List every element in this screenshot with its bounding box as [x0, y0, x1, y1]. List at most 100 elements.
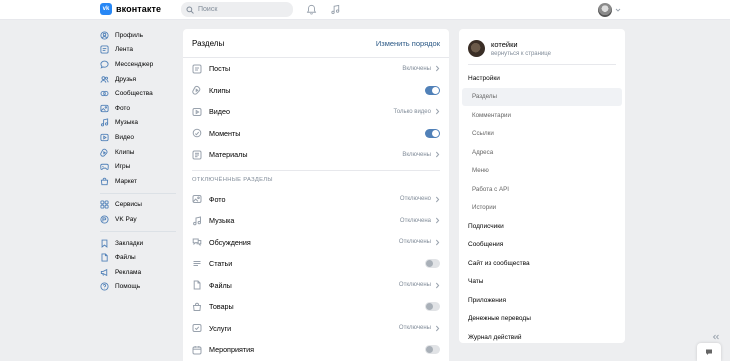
nav-item-label: Профиль: [115, 31, 144, 39]
nav-item-user-circle[interactable]: Профиль: [100, 28, 180, 43]
settings-menu-item[interactable]: Адреса: [459, 143, 625, 162]
section-status: Включены: [402, 65, 431, 72]
calendar-icon: [192, 345, 202, 355]
settings-menu-item[interactable]: Сообщения: [459, 236, 625, 255]
settings-menu-item[interactable]: Работа с API: [459, 180, 625, 199]
vk-logo[interactable]: vk вконтакте: [100, 3, 161, 15]
sections-title: Разделы: [192, 38, 225, 48]
nav-item-message-bubble[interactable]: Мессенджер: [100, 57, 180, 72]
section-row[interactable]: Мероприятия: [183, 339, 449, 361]
bell-icon[interactable]: [306, 4, 317, 15]
nav-item-label: Мессенджер: [115, 60, 154, 68]
chat-button[interactable]: [697, 343, 721, 361]
section-row[interactable]: Посты Включены: [183, 58, 449, 80]
nav-item-newsfeed[interactable]: Лента: [100, 43, 180, 58]
chevron-down-icon[interactable]: [615, 7, 621, 13]
search-box[interactable]: [181, 2, 293, 17]
vk-logo-icon: vk: [100, 3, 112, 15]
settings-menu-item[interactable]: Журнал действий: [459, 328, 625, 347]
nav-item-label: Игры: [115, 163, 131, 171]
nav-item-file[interactable]: Файлы: [100, 250, 180, 265]
section-label: Файлы: [209, 280, 232, 290]
change-order-link[interactable]: Изменить порядок: [376, 39, 440, 48]
nav-item-label: Помощь: [115, 283, 141, 291]
nav-item-bookmark[interactable]: Закладки: [100, 236, 180, 251]
nav-item-music[interactable]: Музыка: [100, 116, 180, 131]
settings-menu-item[interactable]: Разделы: [462, 87, 622, 106]
section-label: Музыка: [209, 216, 235, 226]
nav-divider: [100, 192, 176, 194]
sections-panel: Разделы Изменить порядок Посты Включены Кл…: [183, 29, 449, 361]
section-toggle[interactable]: [425, 259, 440, 269]
nav-item-label: VK Pay: [115, 215, 137, 223]
nav-item-clips[interactable]: Клипы: [100, 145, 180, 160]
video-icon: [192, 107, 202, 116]
chat-bubble-icon: [706, 349, 712, 355]
section-toggle[interactable]: [425, 345, 440, 355]
section-row[interactable]: Статьи: [183, 253, 449, 275]
settings-menu-item[interactable]: Истории: [459, 199, 625, 218]
community-header[interactable]: котейки вернуться к странице: [459, 29, 625, 59]
user-circle-icon: [100, 31, 109, 40]
section-toggle[interactable]: [425, 85, 440, 95]
nav-item-vkpay[interactable]: VK Pay: [100, 212, 180, 227]
chevron-right-icon: [435, 217, 440, 224]
section-row[interactable]: Товары: [183, 296, 449, 318]
bookmark-icon: [101, 239, 108, 248]
double-chevron-left-icon[interactable]: [712, 334, 720, 340]
nav-item-label: Маркет: [115, 177, 138, 185]
music-note-icon[interactable]: [330, 4, 341, 15]
top-header: vk вконтакте: [0, 0, 730, 20]
photo-icon: [100, 104, 109, 112]
settings-menu-item[interactable]: Денежные переводы: [459, 310, 625, 329]
section-row[interactable]: Клипы: [183, 80, 449, 102]
settings-menu-item[interactable]: Настройки: [459, 69, 625, 88]
community-name[interactable]: котейки: [491, 40, 551, 49]
section-status: Отключены: [398, 282, 431, 289]
section-row[interactable]: Видео Только видео: [183, 101, 449, 123]
nav-item-gamepad[interactable]: Игры: [100, 159, 180, 174]
megaphone-icon: [100, 268, 108, 276]
posts-icon: [192, 64, 202, 74]
settings-menu-item[interactable]: Чаты: [459, 273, 625, 292]
nav-item-photo[interactable]: Фото: [100, 101, 180, 116]
nav-item-help[interactable]: Помощь: [100, 280, 180, 295]
chevron-right-icon: [435, 239, 440, 246]
section-row[interactable]: Музыка Отключена: [183, 210, 449, 232]
section-label: Статьи: [209, 259, 233, 269]
back-to-page-link[interactable]: вернуться к странице: [491, 51, 551, 57]
search-input[interactable]: [198, 6, 288, 13]
user-avatar[interactable]: [598, 3, 612, 17]
photo-icon: [192, 195, 202, 204]
settings-menu-item[interactable]: Подписчики: [459, 217, 625, 236]
nav-item-megaphone[interactable]: Реклама: [100, 265, 180, 280]
nav-item-services[interactable]: Сервисы: [100, 198, 180, 213]
nav-item-label: Музыка: [115, 119, 138, 127]
section-row[interactable]: Услуги Отключены: [183, 318, 449, 340]
nav-item-market-bag[interactable]: Маркет: [100, 174, 180, 189]
settings-menu-item[interactable]: Ссылки: [459, 125, 625, 144]
section-label: Материалы: [209, 150, 248, 160]
section-row[interactable]: Файлы Отключены: [183, 275, 449, 297]
section-row[interactable]: Материалы Включены: [183, 144, 449, 166]
section-toggle[interactable]: [425, 128, 440, 138]
section-row[interactable]: Обсуждения Отключены: [183, 232, 449, 254]
video-icon: [100, 133, 109, 142]
section-row[interactable]: Фото Отключено: [183, 189, 449, 211]
section-row[interactable]: Моменты: [183, 123, 449, 145]
settings-menu-item[interactable]: Меню: [459, 162, 625, 181]
section-toggle[interactable]: [425, 302, 440, 312]
nav-item-communities[interactable]: Сообщества: [100, 86, 180, 101]
settings-menu-item[interactable]: Комментарии: [459, 106, 625, 125]
nav-item-video[interactable]: Видео: [100, 130, 180, 145]
nav-item-friends[interactable]: Друзья: [100, 72, 180, 87]
section-status: Отключено: [399, 196, 431, 203]
goods-bag-icon: [192, 302, 202, 311]
file-icon: [193, 280, 201, 290]
chevron-right-icon: [435, 108, 440, 115]
community-avatar[interactable]: [468, 39, 485, 57]
settings-menu-item[interactable]: Сайт из сообщества: [459, 254, 625, 273]
nav-item-label: Лента: [115, 46, 133, 54]
chevron-right-icon: [435, 282, 440, 289]
settings-menu-item[interactable]: Приложения: [459, 291, 625, 310]
